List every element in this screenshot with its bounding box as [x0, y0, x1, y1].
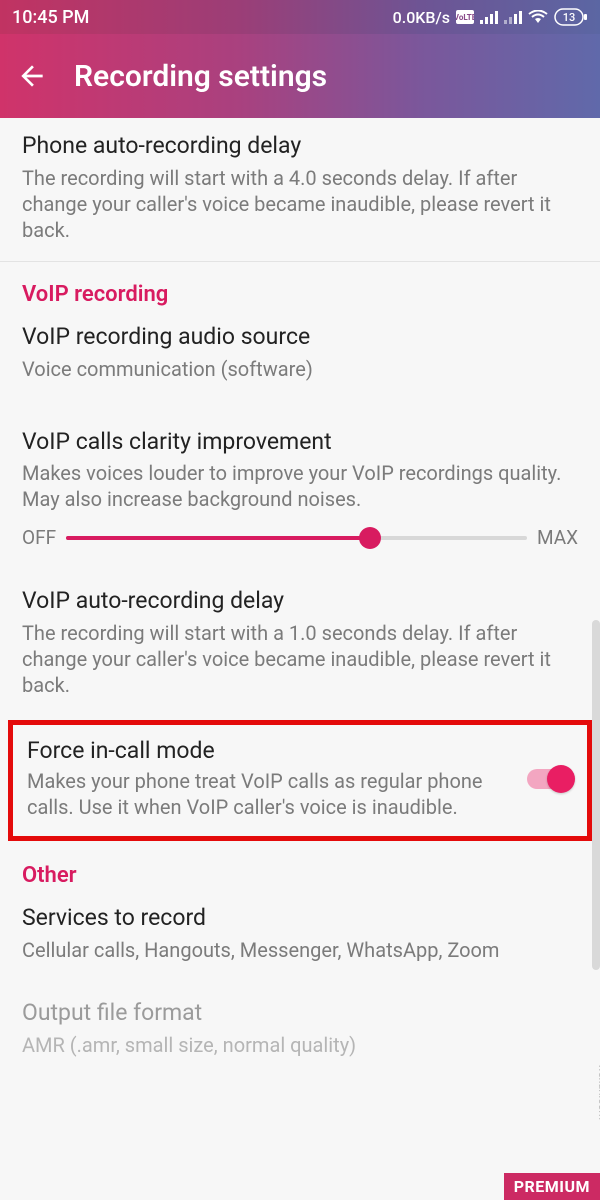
item-title: VoIP calls clarity improvement [22, 428, 578, 457]
status-right: 0.0KB/s VoLTE 13 [393, 8, 588, 27]
signal2-icon [504, 10, 522, 24]
toggle-knob [547, 765, 575, 793]
voip-clarity-improvement: VoIP calls clarity improvement Makes voi… [0, 400, 600, 517]
item-desc: The recording will start with a 1.0 seco… [22, 620, 578, 698]
volte-icon: VoLTE [456, 10, 474, 24]
premium-badge[interactable]: PREMIUM [504, 1173, 600, 1200]
item-title: VoIP auto-recording delay [22, 587, 578, 616]
item-desc: The recording will start with a 4.0 seco… [22, 165, 578, 243]
battery-text: 13 [563, 11, 576, 24]
item-desc: Makes your phone treat VoIP calls as reg… [27, 768, 513, 820]
force-in-call-mode[interactable]: Force in-call mode Makes your phone trea… [8, 720, 592, 841]
app-bar: Recording settings [0, 34, 600, 118]
status-time: 10:45 PM [12, 7, 89, 28]
item-desc: Voice communication (software) [22, 356, 578, 382]
item-desc: Makes voices louder to improve your VoIP… [22, 460, 578, 512]
voip-auto-recording-delay[interactable]: VoIP auto-recording delay The recording … [0, 567, 600, 716]
other-section-header: Other [0, 849, 600, 898]
voip-clarity-slider[interactable]: OFF MAX [0, 516, 600, 567]
signal-icon [480, 10, 498, 24]
output-file-format[interactable]: Output file format AMR (.amr, small size… [0, 981, 600, 1076]
scrollbar[interactable] [592, 620, 600, 970]
item-title: VoIP recording audio source [22, 323, 578, 352]
slider-min-label: OFF [22, 526, 56, 549]
voip-section-header: VoIP recording [0, 262, 600, 317]
item-desc: AMR (.amr, small size, normal quality) [22, 1032, 578, 1058]
status-bar: 10:45 PM 0.0KB/s VoLTE 13 [0, 0, 600, 34]
services-to-record[interactable]: Services to record Cellular calls, Hango… [0, 898, 600, 981]
item-title: Services to record [22, 904, 578, 933]
net-speed: 0.0KB/s [393, 8, 450, 27]
item-title: Output file format [22, 999, 578, 1028]
force-in-call-toggle[interactable] [527, 769, 573, 789]
back-button[interactable] [14, 58, 50, 94]
item-title: Force in-call mode [27, 737, 513, 764]
page-title: Recording settings [74, 59, 327, 94]
item-desc: Cellular calls, Hangouts, Messenger, Wha… [22, 937, 578, 963]
slider-track[interactable] [66, 536, 527, 540]
watermark: wsxdn.com [596, 1064, 600, 1120]
battery-icon: 13 [554, 8, 588, 26]
svg-text:VoLTE: VoLTE [456, 13, 474, 22]
slider-thumb[interactable] [359, 527, 381, 549]
item-title: Phone auto-recording delay [22, 132, 578, 161]
slider-fill [66, 536, 370, 540]
phone-auto-recording-delay[interactable]: Phone auto-recording delay The recording… [0, 118, 600, 261]
settings-list: Phone auto-recording delay The recording… [0, 118, 600, 1200]
slider-max-label: MAX [537, 526, 578, 549]
arrow-back-icon [16, 60, 48, 92]
voip-audio-source[interactable]: VoIP recording audio source Voice commun… [0, 317, 600, 400]
wifi-icon [528, 10, 548, 24]
